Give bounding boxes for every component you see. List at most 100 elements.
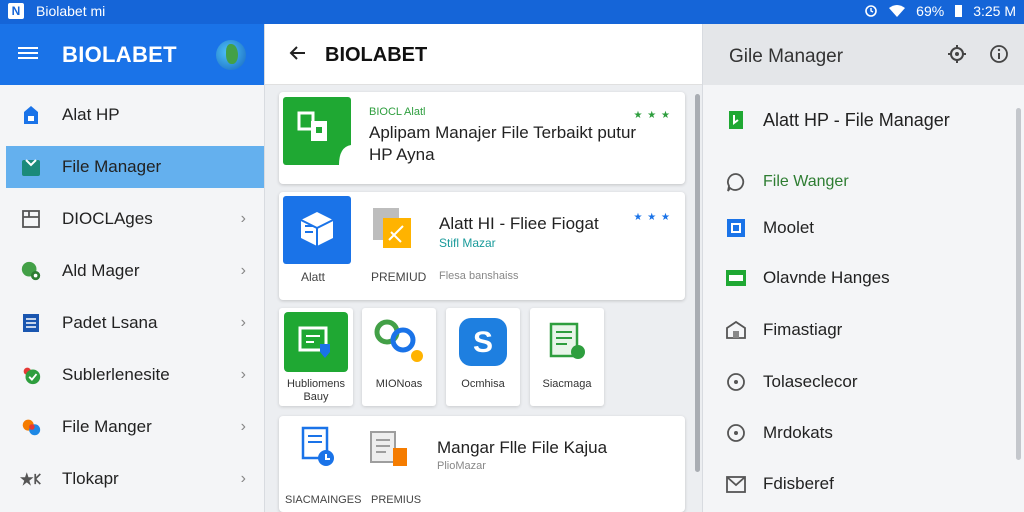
alarm-icon	[865, 5, 877, 17]
package-icon	[20, 208, 42, 230]
globe-icon	[216, 40, 246, 70]
check-shield-icon	[20, 364, 42, 386]
sidebar-item-alat-hp[interactable]: Alat HP	[0, 89, 264, 141]
svg-text:S: S	[473, 326, 493, 359]
app-subtitle: PlioMazar	[437, 460, 486, 472]
clock: 3:25 M	[973, 3, 1016, 19]
featured-tag: BIOCL Alatl	[369, 106, 426, 118]
hamburger-menu-icon[interactable]	[18, 44, 38, 64]
sidebar-item-label: Sublerlenesite	[62, 365, 170, 384]
app-label: SIACMAINGES	[285, 494, 362, 506]
chat-bubble-icon	[725, 171, 747, 193]
app-tile[interactable]: MIONoas	[362, 308, 436, 406]
image-icon	[725, 217, 747, 239]
right-item-moolet[interactable]: Moolet	[703, 208, 1013, 248]
sidebar-item-ald-mager[interactable]: Ald Mager ›	[0, 245, 264, 297]
wifi-icon	[889, 5, 906, 17]
sidebar-item-tlokapr[interactable]: Tlokapr ›	[0, 453, 264, 505]
app-title: Mangar Flle File Kajua	[437, 438, 608, 457]
app-title: Alatt HI - Fliee Fiogat	[439, 214, 599, 233]
right-item-olavnde-hanges[interactable]: Olavnde Hanges	[703, 258, 1013, 298]
battery-icon	[955, 5, 963, 17]
tile-label: Hubliomens Bauy	[286, 378, 346, 403]
app-card[interactable]: Alatt HI - Fliee Fiogat Stifl Mazar ★ ★ …	[279, 192, 685, 300]
right-header: Gile Manager	[703, 24, 1024, 85]
spreadsheet-icon	[535, 312, 599, 372]
right-item-label: Moolet	[763, 218, 815, 237]
rating: ★ ★ ★	[633, 110, 671, 121]
sidebar-item-dioclages[interactable]: DIOCLAges ›	[0, 193, 264, 245]
scrollbar[interactable]	[695, 94, 700, 472]
status-app-name: Biolabet mi	[36, 3, 106, 19]
app-label: Alatt	[301, 270, 326, 284]
star-icon	[20, 468, 42, 490]
folder-icon	[20, 156, 42, 178]
right-item-tolaseclecor[interactable]: Tolaseclecor	[703, 362, 1013, 402]
sidebar-menu: Alat HP File Manager DIOCLAges › Ald Mag…	[0, 85, 264, 505]
sidebar-item-file-manager[interactable]: File Manager	[6, 146, 264, 188]
file-manager-app-icon	[283, 97, 351, 165]
sidebar-item-label: Alat HP	[62, 105, 120, 124]
cube-app-icon	[283, 196, 351, 264]
featured-app-card[interactable]: BIOCL Alatl Aplipam Manajer File Terbaik…	[279, 92, 685, 184]
featured-title: Aplipam Manajer File Terbaikt putur HP A…	[369, 123, 637, 164]
right-item-label: Mrdokats	[763, 423, 833, 442]
home-icon	[20, 104, 42, 126]
sidebar-item-sublerlenesite[interactable]: Sublerlenesite ›	[0, 349, 264, 401]
s-app-icon: S	[451, 312, 515, 372]
page-title: BIOLABET	[325, 44, 428, 66]
right-item-label: Fimastiagr	[763, 320, 843, 339]
app-tile[interactable]: Hubliomens Bauy	[279, 308, 353, 406]
app-status-icon: N	[8, 3, 24, 19]
sidebar-item-label: File Manger	[62, 417, 152, 436]
back-arrow-icon[interactable]	[287, 42, 309, 64]
circle-dot-icon	[725, 422, 747, 444]
app-tile[interactable]: Siacmaga	[530, 308, 604, 406]
app-label: Flesa banshaiss	[439, 270, 519, 282]
sidebar-item-file-manger[interactable]: File Manger ›	[0, 401, 264, 453]
app-card[interactable]: Mangar Flle File Kajua PlioMazar SIACMAI…	[279, 416, 685, 512]
scrollbar[interactable]	[1016, 108, 1021, 460]
sidebar-header: BIOLABET	[0, 24, 264, 85]
tile-label: Siacmaga	[542, 378, 592, 390]
sidebar: BIOLABET Alat HP File Manager DIOCLAges …	[0, 24, 265, 512]
gear-icon[interactable]	[947, 44, 967, 64]
right-item-fdisberef[interactable]: Fdisberef	[703, 464, 1013, 504]
app-subtitle: Stifl Mazar	[439, 236, 496, 250]
chevron-right-icon: ›	[240, 262, 246, 279]
right-item-fimastiagr[interactable]: Fimastiagr	[703, 310, 1013, 350]
chevron-right-icon: ›	[240, 210, 246, 227]
palette-icon	[20, 416, 42, 438]
card-icon	[725, 267, 747, 289]
rating: ★ ★ ★	[633, 212, 671, 223]
main-panel: BIOLABET BIOCL Alatl Aplipam Manajer Fil…	[265, 24, 702, 512]
status-bar: N Biolabet mi 69% 3:25 M	[0, 0, 1024, 24]
app-label: PREMIUD	[371, 270, 427, 284]
right-item-label: File Wanger	[763, 173, 849, 190]
shield-doc-icon	[284, 312, 348, 372]
right-item-file-wanger[interactable]: File Wanger	[703, 162, 1013, 202]
envelope-icon	[725, 473, 747, 495]
document-edit-icon	[371, 206, 413, 250]
right-item-alat-hp[interactable]: Alatt HP - File Manager	[703, 100, 1013, 140]
right-panel-title: Gile Manager	[729, 46, 844, 67]
sidebar-item-padet-lsana[interactable]: Padet Lsana ›	[0, 297, 264, 349]
chevron-right-icon: ›	[240, 418, 246, 435]
right-item-mrdokats[interactable]: Mrdokats	[703, 413, 1013, 453]
chevron-right-icon: ›	[240, 366, 246, 383]
app-label: PREMIUS	[371, 494, 422, 506]
right-item-label: Fdisberef	[763, 474, 834, 493]
calendar-doc-icon	[299, 426, 339, 470]
circle-dot-icon	[725, 371, 747, 393]
right-item-label: Tolaseclecor	[763, 372, 858, 391]
sidebar-item-label: Tlokapr	[62, 469, 119, 488]
android-icon	[20, 260, 42, 282]
sidebar-item-label: File Manager	[62, 157, 162, 176]
tile-label: Ocmhisa	[461, 378, 505, 390]
sidebar-item-label: DIOCLAges	[62, 209, 153, 228]
battery-level: 69%	[916, 3, 945, 19]
info-icon[interactable]	[989, 44, 1009, 64]
app-tile[interactable]: S Ocmhisa	[446, 308, 520, 406]
main-header: BIOLABET	[265, 24, 702, 85]
sidebar-app-title: BIOLABET	[62, 42, 177, 67]
